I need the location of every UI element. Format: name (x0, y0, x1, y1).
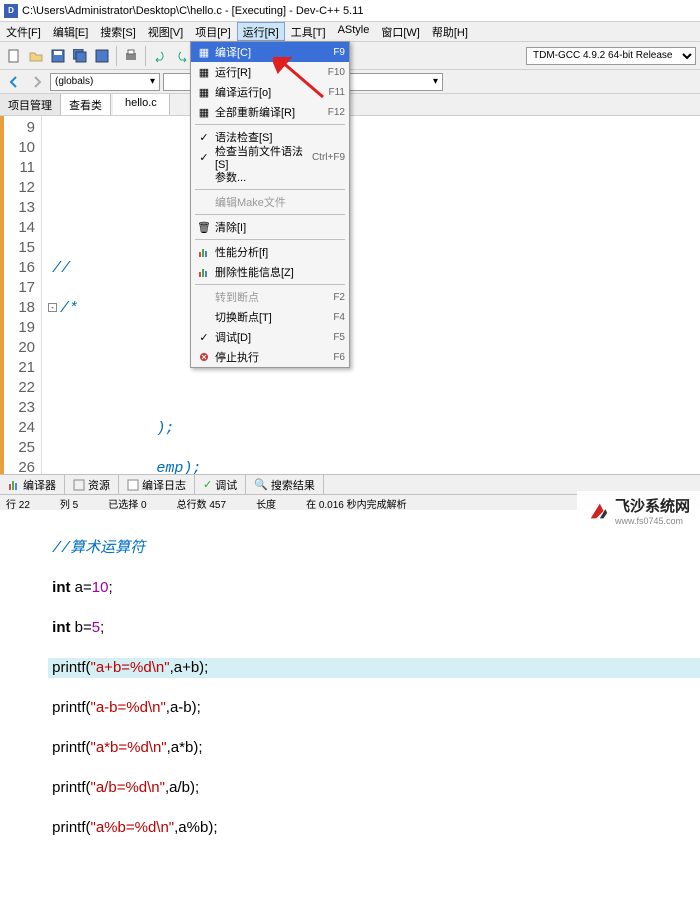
code-editor[interactable]: // -/* ); emp); //算术运算符 int a=10; int b=… (42, 116, 700, 496)
menu-window[interactable]: 窗口[W] (375, 22, 426, 41)
status-len: 长度 (256, 496, 276, 509)
menu-bar: 文件[F] 编辑[E] 搜索[S] 视图[V] 项目[P] 运行[R] 工具[T… (0, 22, 700, 42)
compiler-select[interactable]: TDM-GCC 4.9.2 64-bit Release (526, 47, 696, 65)
menu-view[interactable]: 视图[V] (142, 22, 189, 41)
tab-project[interactable]: 项目管理 (0, 94, 61, 115)
syntax-file-icon: ✓ (195, 151, 213, 164)
save-all-icon[interactable] (70, 46, 90, 66)
rebuild-icon: ▦ (195, 106, 213, 119)
menu-debug[interactable]: ✓调试[D]F5 (191, 327, 349, 347)
globals-combo[interactable]: (globals)▾ (50, 73, 160, 91)
print-icon[interactable] (121, 46, 141, 66)
compile-icon: ▦ (195, 46, 213, 59)
menu-astyle[interactable]: AStyle (332, 22, 376, 41)
chart-icon (195, 246, 213, 258)
separator (195, 214, 345, 215)
menu-goto-bp: 转到断点F2 (191, 287, 349, 307)
menu-toggle-bp[interactable]: 切换断点[T]F4 (191, 307, 349, 327)
run-menu-dropdown: ▦编译[C]F9 ▦运行[R]F10 ▦编译运行[o]F11 ▦全部重新编译[R… (190, 41, 350, 368)
check-icon: ✓ (203, 478, 212, 491)
status-col: 列 5 (60, 496, 78, 509)
save-icon[interactable] (48, 46, 68, 66)
menu-del-profile[interactable]: 删除性能信息[Z] (191, 262, 349, 282)
tab-bar: 项目管理 查看类 hello.c (0, 94, 700, 116)
watermark-url: www.fs0745.com (615, 516, 690, 526)
editor-area: 9101112131415161718192021222324252627 //… (0, 116, 700, 496)
line-gutter: 9101112131415161718192021222324252627 (0, 116, 42, 496)
trash-icon: 🗑 (195, 221, 213, 234)
redo-icon[interactable] (172, 46, 192, 66)
menu-file[interactable]: 文件[F] (0, 22, 47, 41)
toolbar: TDM-GCC 4.9.2 64-bit Release (0, 42, 700, 70)
menu-search[interactable]: 搜索[S] (94, 22, 141, 41)
menu-compile-run[interactable]: ▦编译运行[o]F11 (191, 82, 349, 102)
tab-results[interactable]: 🔍搜索结果 (246, 475, 324, 494)
tab-classview[interactable]: 查看类 (61, 94, 111, 115)
file-tab[interactable]: hello.c (113, 94, 170, 115)
separator (195, 239, 345, 240)
tab-log[interactable]: 编译日志 (119, 475, 195, 494)
tab-compiler[interactable]: 编译器 (0, 475, 65, 494)
menu-edit[interactable]: 编辑[E] (47, 22, 94, 41)
separator (195, 124, 345, 125)
back-icon[interactable] (4, 72, 24, 92)
menu-run[interactable]: 运行[R] (237, 22, 285, 41)
stop-icon (195, 352, 213, 362)
tab-debug[interactable]: ✓调试 (195, 475, 246, 494)
separator (195, 284, 345, 285)
status-total: 总行数 457 (177, 496, 226, 509)
menu-profile[interactable]: 性能分析[f] (191, 242, 349, 262)
separator (145, 46, 146, 66)
menu-run-item[interactable]: ▦运行[R]F10 (191, 62, 349, 82)
status-line: 行 22 (6, 496, 30, 509)
undo-icon[interactable] (150, 46, 170, 66)
watermark-title: 飞沙系统网 (615, 495, 690, 516)
resources-icon (73, 479, 85, 491)
window-title: C:\Users\Administrator\Desktop\C\hello.c… (22, 5, 364, 17)
chart-del-icon (195, 266, 213, 278)
separator (116, 46, 117, 66)
syntax-icon: ✓ (195, 131, 213, 144)
menu-help[interactable]: 帮助[H] (426, 22, 474, 41)
status-msg: 在 0.016 秒内完成解析 (306, 496, 407, 509)
check-icon: ✓ (195, 331, 213, 344)
forward-icon[interactable] (27, 72, 47, 92)
menu-stop[interactable]: 停止执行F6 (191, 347, 349, 367)
menu-tools[interactable]: 工具[T] (285, 22, 332, 41)
search-icon: 🔍 (254, 478, 268, 491)
menu-compile[interactable]: ▦编译[C]F9 (191, 42, 349, 62)
save-as-icon[interactable] (92, 46, 112, 66)
new-file-icon[interactable] (4, 46, 24, 66)
menu-params[interactable]: 参数... (191, 167, 349, 187)
menu-clean[interactable]: 🗑清除[I] (191, 217, 349, 237)
app-icon: D (4, 4, 18, 18)
menu-rebuild[interactable]: ▦全部重新编译[R]F12 (191, 102, 349, 122)
watermark-logo-icon (587, 500, 609, 522)
run-icon: ▦ (195, 66, 213, 79)
open-icon[interactable] (26, 46, 46, 66)
title-bar: D C:\Users\Administrator\Desktop\C\hello… (0, 0, 700, 22)
tab-resources[interactable]: 资源 (65, 475, 119, 494)
chart-icon (8, 479, 20, 491)
compile-run-icon: ▦ (195, 86, 213, 99)
second-toolbar: (globals)▾ ▾ (0, 70, 700, 94)
menu-project[interactable]: 项目[P] (189, 22, 236, 41)
status-sel: 已选择 0 (108, 496, 146, 509)
separator (195, 189, 345, 190)
menu-makefile: 编辑Make文件 (191, 192, 349, 212)
watermark: 飞沙系统网 www.fs0745.com (577, 491, 700, 530)
menu-syntax-current[interactable]: ✓检查当前文件语法[S]Ctrl+F9 (191, 147, 349, 167)
log-icon (127, 479, 139, 491)
